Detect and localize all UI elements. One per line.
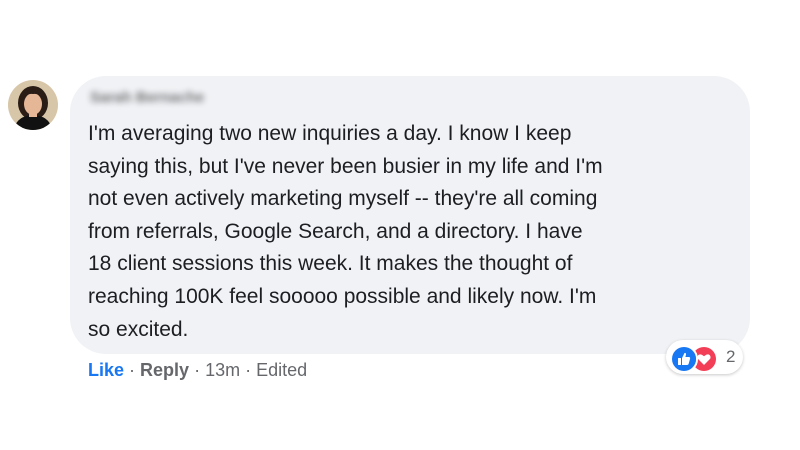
edited-label[interactable]: Edited	[256, 360, 307, 381]
separator-dot: ·	[245, 359, 252, 380]
separator-dot: ·	[129, 359, 136, 380]
reaction-summary[interactable]: 2	[666, 340, 744, 374]
reaction-count: 2	[726, 347, 736, 366]
comment-bubble: Sarah Bernache I'm averaging two new inq…	[70, 76, 750, 354]
comment-actions: Like · Reply · 13m · Edited	[88, 358, 307, 382]
reply-link[interactable]: Reply	[140, 360, 189, 381]
avatar[interactable]	[8, 80, 58, 130]
reaction-icons	[670, 343, 722, 373]
avatar-image	[8, 80, 58, 130]
timestamp[interactable]: 13m	[205, 360, 240, 381]
comment-author[interactable]: Sarah Bernache	[90, 88, 204, 108]
like-icon	[670, 345, 698, 373]
like-link[interactable]: Like	[88, 360, 124, 381]
comment-thread: Sarah Bernache I'm averaging two new inq…	[0, 0, 800, 450]
separator-dot: ·	[194, 359, 201, 380]
comment-text: I'm averaging two new inquiries a day. I…	[88, 122, 603, 341]
